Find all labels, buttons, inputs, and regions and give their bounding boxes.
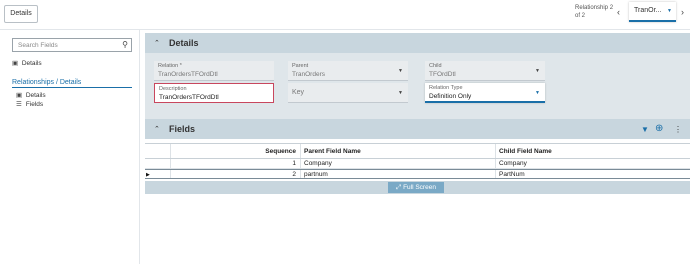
sidebar-item-label: Details	[21, 60, 42, 67]
key-placeholder: Key	[292, 89, 305, 96]
fields-grid: Sequence Parent Field Name Child Field N…	[145, 143, 690, 180]
sidebar-group-relationships[interactable]: Relationships / Details	[12, 79, 132, 88]
fields-panel-title: Fields	[169, 124, 196, 134]
filter-icon[interactable]: ▼	[641, 125, 649, 134]
sidebar-subitem-label: Details	[25, 92, 46, 99]
table-row[interactable]: 1 Company Company	[145, 159, 690, 169]
top-bar: Details Relationship 2 of 2 ‹ TranOr... …	[0, 0, 690, 30]
cell-sequence[interactable]: 1	[170, 159, 300, 168]
caret-down-icon: ▼	[535, 68, 540, 74]
chevron-up-icon[interactable]: ⌃	[154, 39, 160, 47]
relationship-select-value: TranOr...	[634, 7, 662, 14]
chevron-up-icon[interactable]: ⌃	[154, 125, 160, 133]
caret-down-icon: ▼	[398, 90, 403, 96]
details-icon: ▣	[16, 92, 23, 99]
caret-down-icon: ▼	[535, 90, 540, 96]
sidebar: Search Fields ⚲ ▣ Details Relationships …	[0, 30, 140, 264]
relation-type-label: Relation Type	[429, 85, 463, 91]
relation-type-value: Definition Only	[429, 93, 472, 100]
details-panel-header[interactable]: ⌃ Details	[145, 33, 690, 53]
sidebar-subitem-label: Fields	[25, 101, 44, 108]
description-value: TranOrdersTFOrdDtl	[159, 94, 219, 101]
parent-label: Parent	[292, 63, 309, 69]
child-value: TFOrdDtl	[429, 71, 456, 78]
relation-field[interactable]: Relation * TranOrdersTFOrdDtl	[154, 61, 274, 81]
description-field[interactable]: Description TranOrdersTFOrdDtl	[154, 83, 274, 103]
details-panel-body: Relation * TranOrdersTFOrdDtl Parent Tra…	[145, 53, 690, 123]
list-icon: ☰	[16, 101, 22, 108]
description-label: Description	[159, 86, 187, 92]
parent-value: TranOrders	[292, 71, 325, 78]
caret-down-icon: ▼	[398, 68, 403, 74]
details-panel-title: Details	[169, 38, 199, 48]
sidebar-subitem-details[interactable]: ▣ Details	[16, 91, 46, 99]
sidebar-item-details[interactable]: ▣ Details	[12, 59, 42, 67]
main-content: ⌃ Details Relation * TranOrdersTFOrdDtl …	[145, 30, 690, 264]
relationship-select[interactable]: TranOr... ▼	[629, 2, 676, 22]
fields-panel-header[interactable]: ⌃ Fields ▼ ⊕ ⋮	[145, 119, 690, 139]
relation-label: Relation *	[158, 63, 182, 69]
child-label: Child	[429, 63, 442, 69]
full-screen-label: Full Screen	[403, 184, 436, 191]
chevron-right-icon[interactable]: ›	[681, 7, 684, 17]
cell-child-field[interactable]: PartNum	[495, 170, 690, 178]
caret-down-icon: ▼	[667, 8, 672, 14]
relation-type-select[interactable]: Relation Type Definition Only ▼	[425, 83, 545, 103]
search-placeholder: Search Fields	[18, 42, 58, 49]
relation-value: TranOrdersTFOrdDtl	[158, 71, 218, 78]
cell-child-field[interactable]: Company	[495, 159, 690, 168]
key-field[interactable]: Key ▼	[288, 83, 408, 103]
row-pointer-icon: ▶	[146, 172, 150, 178]
column-header-child-field[interactable]: Child Field Name	[495, 144, 690, 158]
column-header-sequence[interactable]: Sequence	[170, 144, 300, 158]
sidebar-subitem-fields[interactable]: ☰ Fields	[16, 100, 43, 108]
child-field[interactable]: Child TFOrdDtl ▼	[425, 61, 545, 81]
cell-parent-field[interactable]: partnum	[300, 170, 495, 178]
more-icon[interactable]: ⋮	[674, 125, 682, 134]
grid-header-row: Sequence Parent Field Name Child Field N…	[145, 144, 690, 159]
search-fields-input[interactable]: Search Fields ⚲	[12, 38, 132, 52]
table-row[interactable]: ▶ 2 partnum PartNum	[145, 169, 690, 179]
cell-parent-field[interactable]: Company	[300, 159, 495, 168]
full-screen-button[interactable]: ⤢ Full Screen	[388, 182, 444, 193]
column-header-parent-field[interactable]: Parent Field Name	[300, 144, 495, 158]
details-button[interactable]: Details	[4, 5, 38, 23]
expand-icon: ⤢	[396, 184, 402, 191]
parent-field[interactable]: Parent TranOrders ▼	[288, 61, 408, 81]
relationship-label: Relationship 2 of 2	[575, 5, 614, 19]
cell-sequence[interactable]: 2	[170, 170, 300, 178]
add-icon[interactable]: ⊕	[655, 123, 663, 134]
chevron-left-icon[interactable]: ‹	[617, 7, 620, 17]
details-icon: ▣	[12, 60, 19, 67]
search-icon[interactable]: ⚲	[122, 40, 128, 49]
